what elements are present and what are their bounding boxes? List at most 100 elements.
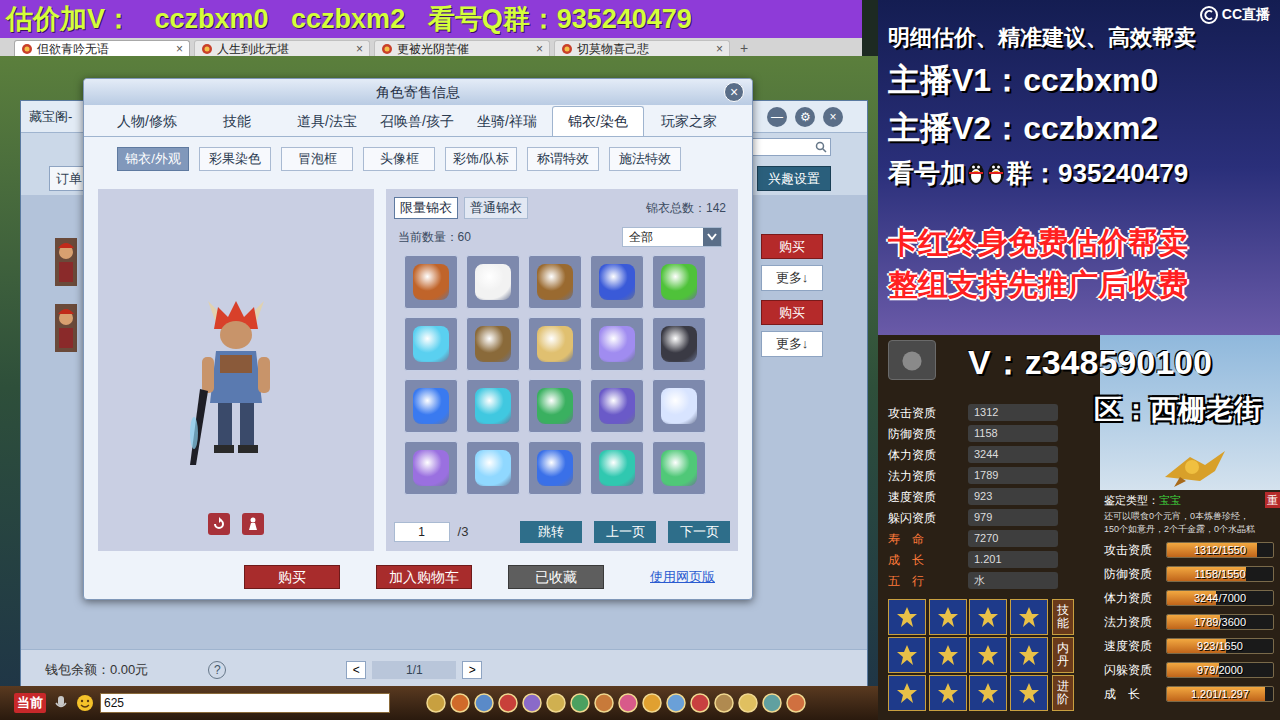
chat-input[interactable]: 625 [100, 693, 390, 713]
window-control-button[interactable]: — [767, 107, 787, 127]
outfit-item[interactable] [528, 441, 582, 495]
web-version-link[interactable]: 使用网页版 [650, 567, 715, 587]
pet-skill-icon[interactable] [1010, 637, 1048, 673]
shortcut-icon[interactable] [570, 693, 590, 713]
pet-skill-icon[interactable] [888, 637, 926, 673]
dialog-tab[interactable]: 技能 [192, 106, 282, 136]
more-button[interactable]: 更多↓ [761, 265, 823, 291]
shortcut-icon[interactable] [474, 693, 494, 713]
dialog-subtab[interactable]: 施法特效 [609, 147, 681, 171]
tab-close-button[interactable]: × [176, 43, 183, 55]
shortcut-icon[interactable] [642, 693, 662, 713]
jump-button[interactable]: 跳转 [520, 521, 582, 543]
pet-side-tab[interactable]: 进阶 [1052, 675, 1074, 711]
pet-side-tab[interactable]: 技能 [1052, 599, 1074, 635]
pet-skill-icon[interactable] [888, 675, 926, 711]
figure-toggle-icon[interactable] [242, 513, 264, 535]
outfit-item[interactable] [590, 379, 644, 433]
outfit-item[interactable] [528, 255, 582, 309]
outfit-item[interactable] [652, 317, 706, 371]
dialog-tab[interactable]: 人物/修炼 [102, 106, 192, 136]
outfit-type-button[interactable]: 普通锦衣 [464, 197, 528, 219]
help-button[interactable]: ? [208, 661, 226, 679]
outfit-item[interactable] [528, 317, 582, 371]
prev-page-button[interactable]: < [346, 661, 366, 679]
outfit-item[interactable] [652, 255, 706, 309]
dialog-subtab[interactable]: 彩果染色 [199, 147, 271, 171]
shortcut-icon[interactable] [426, 693, 446, 713]
shortcut-icon[interactable] [594, 693, 614, 713]
dialog-tab[interactable]: 道具/法宝 [282, 106, 372, 136]
window-control-button[interactable]: ⚙ [795, 107, 815, 127]
pet-skill-icon[interactable] [929, 637, 967, 673]
outfit-type-button[interactable]: 限量锦衣 [394, 197, 458, 219]
shortcut-icon[interactable] [666, 693, 686, 713]
browser-tab[interactable]: 人生到此无堪 × [194, 40, 370, 56]
shortcut-icon[interactable] [522, 693, 542, 713]
pet-skill-icon[interactable] [929, 675, 967, 711]
channel-label[interactable]: 当前 [14, 693, 46, 713]
action-button[interactable]: 加入购物车 [376, 565, 472, 589]
outfit-item[interactable] [590, 255, 644, 309]
prev-page-button[interactable]: 上一页 [594, 521, 656, 543]
chat-input-value[interactable]: 625 [104, 694, 124, 712]
page-input[interactable]: 1 [394, 522, 450, 542]
more-button[interactable]: 更多↓ [761, 331, 823, 357]
pet-skill-icon[interactable] [969, 637, 1007, 673]
shortcut-icon[interactable] [714, 693, 734, 713]
action-button[interactable]: 已收藏 [508, 565, 604, 589]
browser-tab-label[interactable]: 切莫物喜己悲 [577, 43, 712, 55]
tab-close-button[interactable]: × [536, 43, 543, 55]
outfit-item[interactable] [466, 379, 520, 433]
outfit-item[interactable] [404, 317, 458, 371]
tab-close-button[interactable]: × [716, 43, 723, 55]
outfit-item[interactable] [652, 379, 706, 433]
tab-close-button[interactable]: × [356, 43, 363, 55]
window-control-button[interactable]: × [823, 107, 843, 127]
dialog-tab[interactable]: 坐骑/祥瑞 [462, 106, 552, 136]
filter-value[interactable]: 全部 [629, 228, 653, 246]
dialog-tab[interactable]: 玩家之家 [644, 106, 734, 136]
outfit-item[interactable] [528, 379, 582, 433]
new-tab-button[interactable]: + [734, 41, 754, 56]
outfit-item[interactable] [590, 441, 644, 495]
pet-side-tab[interactable]: 内丹 [1052, 637, 1074, 673]
pet-skill-icon[interactable] [969, 599, 1007, 635]
browser-tab[interactable]: 切莫物喜己悲 × [554, 40, 730, 56]
action-button[interactable]: 购买 [244, 565, 340, 589]
shortcut-icon[interactable] [762, 693, 782, 713]
dialog-subtab[interactable]: 冒泡框 [281, 147, 353, 171]
filter-dropdown[interactable]: 全部 [622, 227, 722, 247]
buy-button[interactable]: 购买 [761, 300, 823, 326]
shortcut-icon[interactable] [738, 693, 758, 713]
outfit-item[interactable] [466, 441, 520, 495]
outfit-item[interactable] [404, 255, 458, 309]
shortcut-icon[interactable] [618, 693, 638, 713]
pet-skill-icon[interactable] [1010, 675, 1048, 711]
next-page-button[interactable]: > [462, 661, 482, 679]
reset-button[interactable]: 重 [1265, 492, 1280, 508]
rotate-icon[interactable] [208, 513, 230, 535]
pet-side-tab-label[interactable]: 进阶 [1057, 680, 1069, 706]
shortcut-icon[interactable] [450, 693, 470, 713]
outfit-item[interactable] [652, 441, 706, 495]
outfit-item[interactable] [404, 441, 458, 495]
buy-button[interactable]: 购买 [761, 234, 823, 260]
dialog-subtab[interactable]: 头像框 [363, 147, 435, 171]
dialog-subtab[interactable]: 锦衣/外观 [117, 147, 189, 171]
dialog-tab[interactable]: 召唤兽/孩子 [372, 106, 462, 136]
pet-skill-icon[interactable] [1010, 599, 1048, 635]
browser-tab-label[interactable]: 人生到此无堪 [217, 43, 352, 55]
shortcut-icon[interactable] [690, 693, 710, 713]
dialog-subtab[interactable]: 彩饰/队标 [445, 147, 517, 171]
browser-tab[interactable]: 更被光阴苦催× [374, 40, 550, 56]
interest-settings-button[interactable]: 兴趣设置 [757, 166, 831, 192]
browser-tab-label[interactable]: 但欲青吟无语 [37, 43, 172, 55]
pet-side-tab-label[interactable]: 技能 [1057, 604, 1069, 630]
outfit-item[interactable] [466, 255, 520, 309]
dialog-subtab[interactable]: 称谓特效 [527, 147, 599, 171]
shortcut-icon[interactable] [546, 693, 566, 713]
outfit-item[interactable] [404, 379, 458, 433]
pet-skill-icon[interactable] [929, 599, 967, 635]
outfit-item[interactable] [590, 317, 644, 371]
